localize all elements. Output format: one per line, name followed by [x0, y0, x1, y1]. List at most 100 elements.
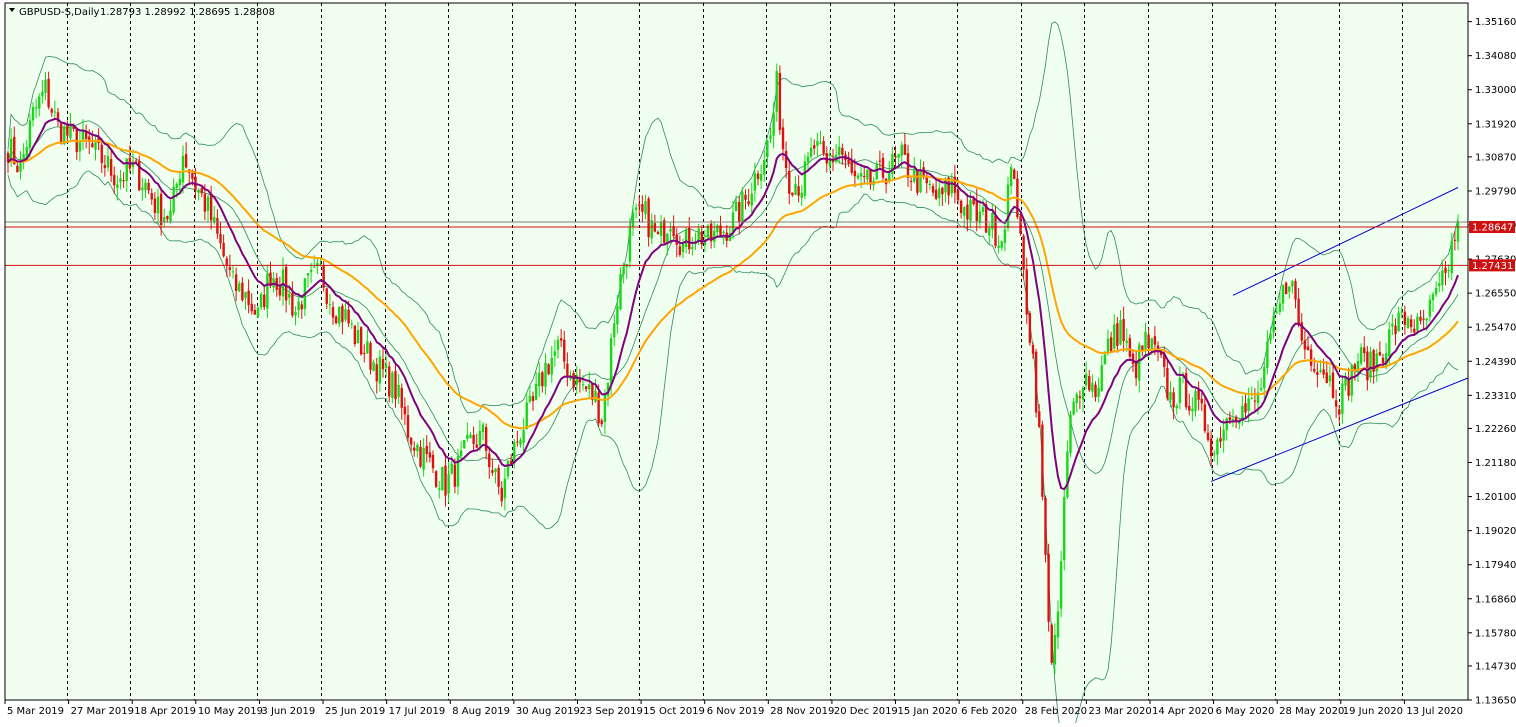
candle-body [1003, 229, 1007, 243]
candle-body [1028, 313, 1032, 344]
candle-body [534, 383, 538, 400]
candle-body [803, 161, 807, 196]
candle-body [38, 96, 41, 109]
candle-body [288, 293, 291, 298]
candle-body [1425, 318, 1428, 321]
candle-body [1334, 400, 1338, 407]
candle-body [1119, 320, 1122, 345]
candle-body [809, 147, 813, 157]
price-axis[interactable]: 1.35160 1.34080 1.33000 1.31920 1.30870 1.297… [1468, 17, 1516, 707]
candle-body [347, 309, 350, 324]
candle-body [791, 192, 794, 196]
candle-body [969, 200, 972, 221]
candle-body [1097, 387, 1100, 397]
candle-body [1403, 311, 1407, 325]
candle-body [1191, 408, 1194, 412]
candle-body [1063, 496, 1066, 561]
candle-body [500, 487, 503, 502]
candle-body [903, 144, 907, 155]
candle-body [447, 474, 450, 494]
price-chart[interactable]: 1.35160 1.34080 1.33000 1.31920 1.30870 1.297… [0, 0, 1516, 727]
candle-body [978, 211, 982, 223]
candle-body [244, 291, 247, 299]
candle-body [359, 327, 363, 355]
candle-body [756, 173, 760, 179]
candle-body [1363, 347, 1366, 354]
candle-body [616, 306, 619, 325]
candle-body [1450, 240, 1453, 274]
candle-body [538, 372, 541, 387]
candle-body [594, 390, 597, 402]
x-tick-label: 28 Feb 2020 [1025, 706, 1087, 717]
candle-body [1194, 391, 1197, 411]
candle-body [1259, 388, 1263, 391]
candle-body [41, 91, 44, 97]
candle-body [1166, 367, 1169, 399]
candle-body [469, 434, 472, 439]
candle-body [650, 220, 653, 239]
candle-body [425, 445, 428, 454]
y-tick-label: 1.21180 [1475, 458, 1516, 469]
candle-body [406, 415, 410, 438]
candle-body [475, 444, 478, 448]
candle-body [278, 287, 282, 296]
candle-body [1341, 383, 1344, 415]
candle-body [1088, 376, 1091, 391]
candle-body [119, 178, 122, 183]
candle-body [1253, 400, 1257, 402]
candle-body [1169, 391, 1172, 400]
x-tick-label: 5 Mar 2019 [7, 706, 64, 717]
candle-body [325, 288, 328, 304]
chart-header: GBPUSD-S,Daily 1.28793 1.28992 1.28695 1… [9, 7, 275, 18]
candle-body [503, 478, 507, 499]
candle-body [1391, 323, 1394, 327]
level-price-label: 1.27431 [1472, 261, 1513, 272]
candle-body [1369, 351, 1372, 378]
candle-body [613, 323, 616, 338]
candle-body [147, 182, 150, 191]
candle-body [200, 188, 203, 194]
symbol-label: GBPUSD-S,Daily [19, 7, 100, 18]
candle-body [941, 187, 944, 195]
candle-body [1428, 299, 1432, 317]
candle-body [306, 273, 310, 276]
candle-body [175, 183, 178, 189]
candle-body [22, 154, 25, 160]
candle-body [16, 165, 19, 173]
candle-body [409, 437, 413, 445]
candle-body [1419, 316, 1422, 321]
y-tick-label: 1.23310 [1475, 391, 1516, 402]
candle-body [331, 307, 335, 318]
candle-body [994, 215, 997, 246]
candle-body [628, 227, 632, 262]
candle-body [116, 184, 119, 189]
candle-body [663, 220, 666, 244]
candle-body [1106, 338, 1110, 353]
candle-body [1347, 379, 1350, 396]
candle-body [216, 218, 219, 234]
candle-body [375, 364, 378, 382]
candle-body [684, 229, 688, 248]
candle-body [172, 186, 175, 213]
candle-body [1031, 344, 1035, 354]
candle-body [428, 452, 432, 458]
candle-body [619, 273, 622, 310]
candle-body [388, 366, 391, 397]
y-tick-label: 1.13650 [1475, 696, 1516, 707]
candle-body [931, 186, 935, 193]
candle-body [644, 201, 647, 215]
candle-body [1400, 311, 1403, 313]
candle-body [100, 144, 103, 164]
time-axis[interactable]: 5 Mar 2019 27 Mar 2019 18 Apr 2019 10 May 2… [4, 700, 1463, 717]
y-tick-label: 1.26550 [1475, 289, 1516, 300]
candle-body [1113, 324, 1116, 349]
candle-body [759, 173, 763, 181]
candle-body [478, 431, 482, 446]
x-tick-label: 3 Jun 2019 [261, 706, 315, 717]
y-tick-label: 1.22260 [1475, 424, 1516, 435]
candle-body [25, 147, 28, 156]
candle-body [516, 441, 519, 443]
candle-body [231, 271, 235, 273]
candle-body [1013, 169, 1016, 179]
candle-body [997, 245, 1000, 248]
